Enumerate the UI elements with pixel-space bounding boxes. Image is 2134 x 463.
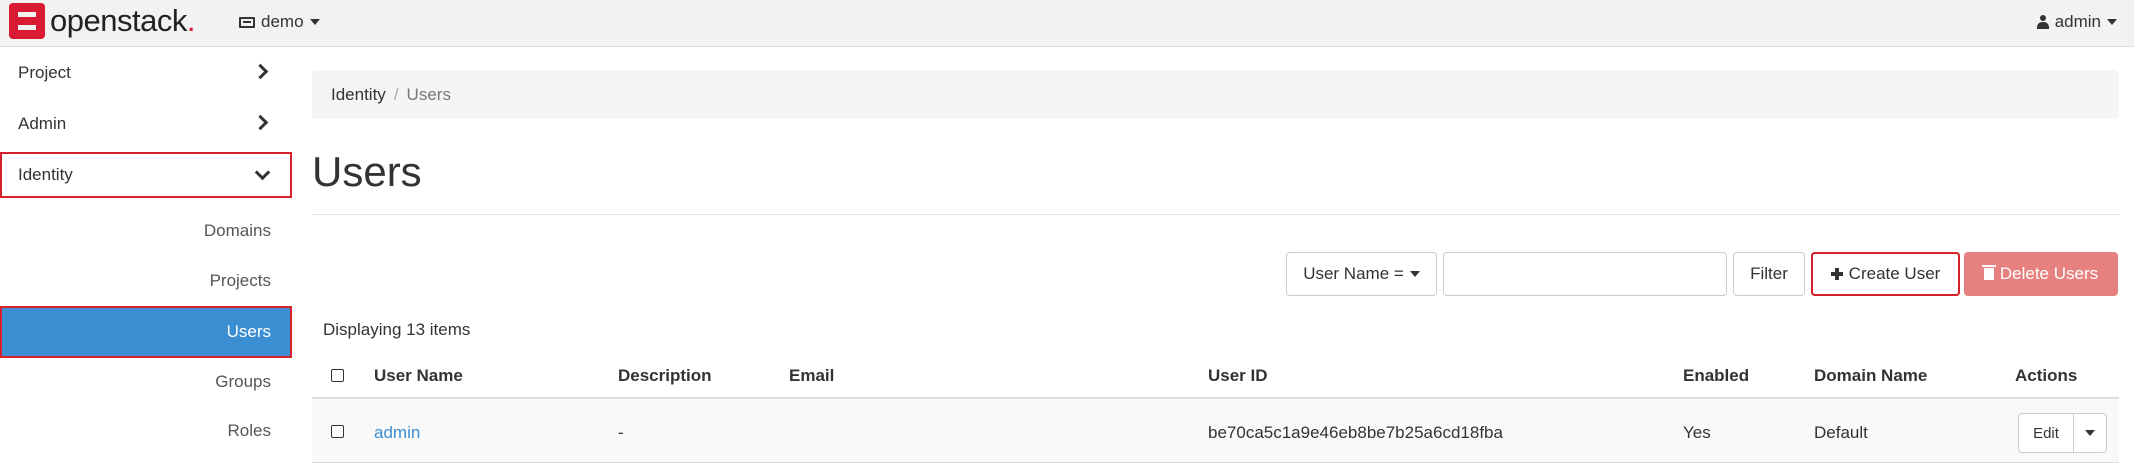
breadcrumb-current: Users	[406, 84, 451, 104]
chevron-down-icon	[254, 164, 271, 181]
column-enabled[interactable]: Enabled	[1683, 366, 1749, 386]
title-divider	[312, 214, 2119, 215]
logo-text: openstack	[50, 3, 187, 38]
openstack-logo-icon	[9, 3, 45, 39]
user-icon	[2036, 15, 2049, 29]
logo-dot: .	[186, 3, 196, 38]
sidebar-sub-label: Roles	[227, 421, 271, 440]
user-name: admin	[2054, 12, 2101, 31]
page-title: Users	[312, 148, 422, 195]
sidebar-sub-roles[interactable]: Roles	[0, 406, 292, 456]
user-enabled: Yes	[1683, 423, 1711, 442]
column-domain-name[interactable]: Domain Name	[1814, 366, 1927, 386]
caret-down-icon	[2107, 19, 2117, 25]
caret-down-icon	[309, 19, 320, 25]
top-navbar: openstack. demo admin	[0, 0, 2134, 47]
sidebar-sub-label: Groups	[215, 372, 271, 391]
trash-icon	[1981, 265, 1996, 280]
filter-button-label: Filter	[1750, 264, 1788, 283]
user-domain: Default	[1814, 423, 1868, 442]
sidebar-sub-projects[interactable]: Projects	[0, 256, 292, 306]
more-actions-button[interactable]	[2074, 414, 2106, 452]
sidebar-item-label: Project	[18, 63, 71, 82]
user-name-link[interactable]: admin	[374, 423, 420, 443]
breadcrumb: Identity / Users	[312, 70, 2119, 119]
column-user-id[interactable]: User ID	[1208, 366, 1268, 386]
sidebar-item-label: Identity	[18, 165, 73, 184]
user-id: be70ca5c1a9e46eb8be7b25a6cd18fba	[1208, 423, 1503, 442]
openstack-logo[interactable]: openstack.	[9, 3, 195, 39]
breadcrumb-identity[interactable]: Identity	[331, 85, 386, 105]
caret-down-icon	[1409, 271, 1420, 277]
project-name: demo	[261, 12, 304, 31]
user-dropdown[interactable]: admin	[2036, 12, 2117, 32]
sidebar-sub-domains[interactable]: Domains	[0, 206, 292, 256]
sidebar-item-project[interactable]: Project	[0, 48, 292, 98]
breadcrumb-separator: /	[393, 84, 399, 104]
chevron-right-icon	[252, 114, 269, 131]
delete-users-button[interactable]: Delete Users	[1964, 252, 2118, 296]
filter-field-label: User Name =	[1303, 264, 1404, 283]
sidebar-sub-users[interactable]: Users	[0, 306, 292, 358]
sidebar: Project Admin Identity Domains Projects …	[0, 48, 292, 463]
create-user-button[interactable]: Create User	[1811, 252, 1960, 296]
sidebar-item-identity[interactable]: Identity	[0, 152, 292, 198]
table-header: User Name Description Email User ID Enab…	[312, 356, 2119, 399]
row-checkbox[interactable]	[331, 425, 344, 438]
project-tray-icon	[239, 16, 255, 28]
filter-input[interactable]	[1443, 252, 1727, 296]
user-description: -	[618, 423, 624, 442]
filter-field-select[interactable]: User Name =	[1286, 252, 1437, 296]
sidebar-sub-label: Domains	[203, 221, 271, 240]
create-user-label: Create User	[1848, 264, 1941, 283]
filter-button[interactable]: Filter	[1733, 252, 1805, 296]
sidebar-item-admin[interactable]: Admin	[0, 99, 292, 149]
edit-button[interactable]: Edit	[2019, 414, 2074, 452]
sidebar-item-label: Admin	[18, 114, 67, 133]
sidebar-sub-label: Projects	[209, 271, 271, 290]
delete-users-label: Delete Users	[1999, 264, 2099, 283]
plus-icon	[1830, 268, 1843, 280]
items-count: Displaying 13 items	[323, 320, 471, 339]
column-description[interactable]: Description	[618, 366, 712, 386]
column-actions: Actions	[2015, 366, 2078, 385]
project-dropdown[interactable]: demo	[239, 12, 320, 32]
column-user-name[interactable]: User Name	[374, 366, 463, 386]
caret-down-icon	[2085, 430, 2095, 436]
chevron-right-icon	[252, 63, 269, 80]
column-email[interactable]: Email	[789, 366, 834, 386]
sidebar-sub-groups[interactable]: Groups	[0, 357, 292, 407]
sidebar-sub-label: Users	[226, 322, 271, 341]
table-row: admin - be70ca5c1a9e46eb8be7b25a6cd18fba…	[312, 399, 2119, 463]
select-all-checkbox[interactable]	[331, 369, 344, 382]
row-actions-group: Edit	[2018, 413, 2107, 453]
